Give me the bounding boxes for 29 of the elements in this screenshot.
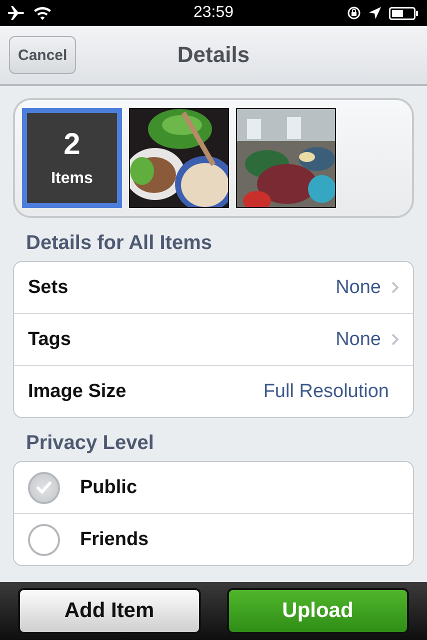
row-label: Public: [80, 476, 138, 498]
radio-button[interactable]: [28, 524, 60, 556]
cancel-button[interactable]: Cancel: [9, 36, 76, 74]
section-header: Privacy Level: [25, 431, 155, 456]
row-value: None: [336, 328, 381, 350]
table-row[interactable]: Sets None: [14, 262, 413, 313]
page-title: Details: [177, 42, 250, 68]
item-count: 2: [64, 128, 80, 162]
row-label: Friends: [80, 528, 150, 550]
table-row[interactable]: Tags None: [14, 313, 413, 365]
table-row[interactable]: Friends: [14, 513, 413, 565]
row-label: Tags: [28, 328, 72, 350]
row-label: Image Size: [28, 380, 128, 402]
status-time: 23:59: [193, 4, 234, 22]
airplane-icon: [8, 6, 26, 20]
section-header: Details for All Items: [25, 231, 213, 256]
orientation-lock-icon: [346, 6, 361, 20]
wifi-icon: [34, 6, 51, 20]
item-count-tile[interactable]: 2 Items: [22, 108, 122, 208]
row-value: None: [336, 276, 381, 298]
radio-button[interactable]: [28, 472, 60, 504]
table-row[interactable]: Image Size Full Resolution: [14, 365, 413, 417]
location-icon: [368, 7, 381, 19]
add-item-button[interactable]: Add Item: [18, 588, 200, 634]
item-count-label: Items: [51, 170, 93, 188]
table-row[interactable]: Public: [14, 462, 413, 513]
row-label: Sets: [28, 276, 70, 298]
battery-icon: [388, 6, 419, 20]
row-value: Full Resolution: [263, 380, 389, 402]
